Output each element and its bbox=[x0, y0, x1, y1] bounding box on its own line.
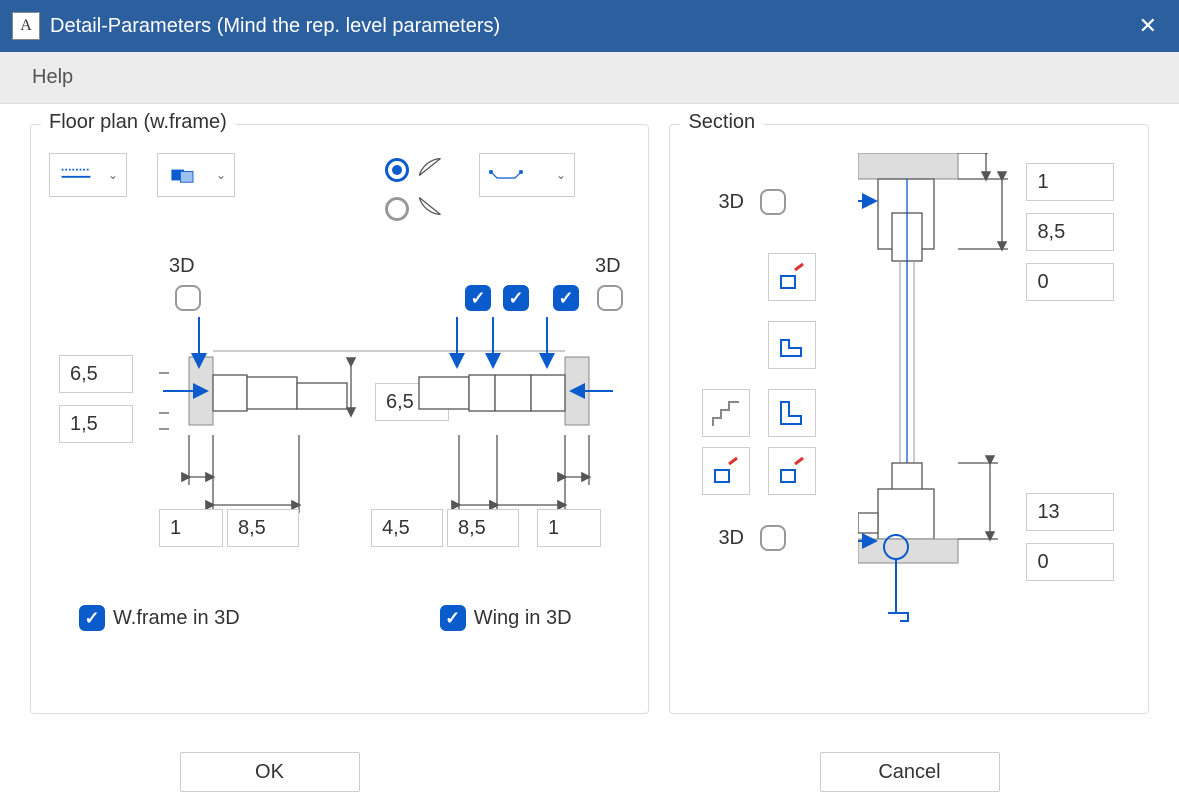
chevron-down-icon: ⌄ bbox=[108, 168, 118, 182]
input-section-1[interactable]: 1 bbox=[1026, 163, 1114, 201]
checkbox-3d-bottom[interactable] bbox=[760, 525, 786, 551]
tool-profile-step[interactable] bbox=[768, 321, 816, 369]
swing-in-icon bbox=[415, 192, 449, 225]
panel-section: Section 3D 3D 1 8,5 0 13 0 bbox=[669, 124, 1149, 714]
input-bottom-4[interactable]: 8,5 bbox=[447, 509, 519, 547]
panel-floorplan: Floor plan (w.frame) ⌄ ⌄ bbox=[30, 124, 649, 714]
radio-swing-out[interactable] bbox=[385, 158, 409, 182]
label-wing-3d: Wing in 3D bbox=[474, 607, 572, 630]
radio-swing-in[interactable] bbox=[385, 197, 409, 221]
input-section-3[interactable]: 0 bbox=[1026, 263, 1114, 301]
tool-sill-edit-3[interactable] bbox=[768, 447, 816, 495]
label-3d-top: 3D bbox=[718, 191, 744, 214]
swing-out-icon bbox=[415, 153, 449, 186]
checkbox-3d-top[interactable] bbox=[760, 189, 786, 215]
label-3d-right: 3D bbox=[595, 255, 621, 278]
window-title: Detail-Parameters (Mind the rep. level p… bbox=[50, 15, 1129, 38]
tool-sill-edit[interactable] bbox=[768, 253, 816, 301]
panel-section-title: Section bbox=[680, 111, 763, 134]
section-diagram bbox=[858, 153, 1018, 653]
input-bottom-1[interactable]: 1 bbox=[159, 509, 223, 547]
checkbox-wframe-3d[interactable] bbox=[79, 605, 105, 631]
checkbox-wing-3d[interactable] bbox=[440, 605, 466, 631]
input-bottom-5[interactable]: 1 bbox=[537, 509, 601, 547]
menu-help[interactable]: Help bbox=[20, 60, 85, 95]
label-wframe-3d: W.frame in 3D bbox=[113, 607, 240, 630]
input-bottom-2[interactable]: 8,5 bbox=[227, 509, 299, 547]
label-3d-bottom: 3D bbox=[718, 527, 744, 550]
input-section-4[interactable]: 13 bbox=[1026, 493, 1114, 531]
dropdown-overlap[interactable]: ⌄ bbox=[157, 153, 235, 197]
cancel-button[interactable]: Cancel bbox=[820, 752, 1000, 792]
app-icon: A bbox=[12, 12, 40, 40]
panel-floorplan-title: Floor plan (w.frame) bbox=[41, 111, 235, 134]
dropdown-bracket[interactable]: ⌄ bbox=[479, 153, 575, 197]
input-bottom-3[interactable]: 4,5 bbox=[371, 509, 443, 547]
ok-button[interactable]: OK bbox=[180, 752, 360, 792]
input-left-top[interactable]: 6,5 bbox=[59, 355, 133, 393]
dropdown-line-style[interactable]: ⌄ bbox=[49, 153, 127, 197]
tool-stair-profile[interactable] bbox=[702, 389, 750, 437]
chevron-down-icon: ⌄ bbox=[556, 168, 566, 182]
input-section-5[interactable]: 0 bbox=[1026, 543, 1114, 581]
tool-profile-l[interactable] bbox=[768, 389, 816, 437]
chevron-down-icon: ⌄ bbox=[216, 168, 226, 182]
close-icon[interactable]: ✕ bbox=[1129, 7, 1167, 45]
input-section-2[interactable]: 8,5 bbox=[1026, 213, 1114, 251]
input-left-bottom[interactable]: 1,5 bbox=[59, 405, 133, 443]
label-3d-left: 3D bbox=[169, 255, 195, 278]
tool-sill-edit-2[interactable] bbox=[702, 447, 750, 495]
